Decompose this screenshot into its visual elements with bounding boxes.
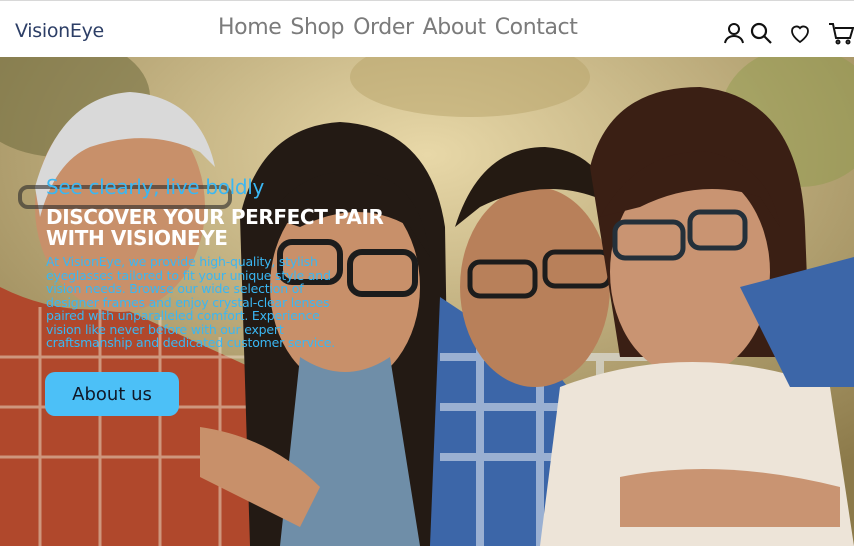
- site-header: VisionEye Home Shop Order About Contact: [0, 0, 854, 57]
- hero-description: At VisionEye, we provide high-quality, s…: [46, 254, 335, 350]
- nav-about-link[interactable]: About: [423, 15, 486, 40]
- hero-headline: DISCOVER YOUR PERFECT PAIR WITH VISIONEY…: [46, 205, 384, 250]
- nav-shop-link[interactable]: Shop: [290, 15, 344, 40]
- user-icon[interactable]: [722, 21, 748, 47]
- heart-icon[interactable]: [788, 21, 814, 47]
- cart-icon[interactable]: [828, 21, 854, 47]
- nav-order-link[interactable]: Order: [353, 15, 414, 40]
- nav-contact-link[interactable]: Contact: [495, 15, 578, 40]
- brand-logo[interactable]: VisionEye: [15, 20, 104, 42]
- about-us-button[interactable]: About us: [45, 372, 179, 416]
- hero-tagline: See clearly, live boldly: [46, 175, 265, 199]
- main-nav: Home Shop Order About Contact: [218, 15, 578, 40]
- hero-banner: See clearly, live boldly DISCOVER YOUR P…: [0, 57, 854, 546]
- page-bottom-edge: [0, 546, 854, 558]
- search-icon[interactable]: [749, 21, 775, 47]
- nav-home-link[interactable]: Home: [218, 15, 282, 40]
